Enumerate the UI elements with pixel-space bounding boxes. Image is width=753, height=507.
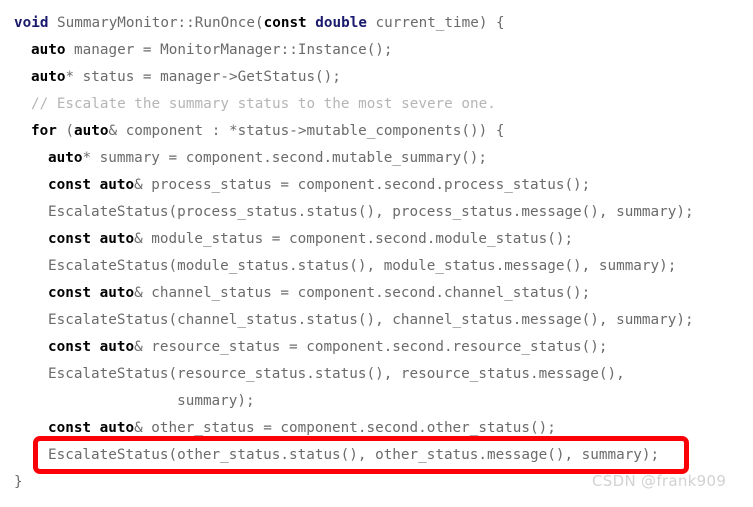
code-token-plain: & channel_status = component.second.chan… <box>134 285 591 301</box>
code-line[interactable]: EscalateStatus(resource_status.status(),… <box>0 361 753 388</box>
code-line[interactable]: EscalateStatus(module_status.status(), m… <box>0 253 753 280</box>
code-line[interactable]: const auto& process_status = component.s… <box>0 172 753 199</box>
code-token-plain: summary); <box>177 393 255 409</box>
code-token-plain: ( <box>56 123 75 139</box>
code-token-kw: auto <box>31 69 66 85</box>
code-line[interactable]: const auto& channel_status = component.s… <box>0 280 753 307</box>
code-line[interactable]: // Escalate the summary status to the mo… <box>0 91 753 118</box>
code-token-type: void <box>14 15 49 31</box>
code-token-plain: EscalateStatus(module_status.status(), m… <box>48 258 677 274</box>
code-token-plain: & module_status = component.second.modul… <box>134 231 574 247</box>
code-line[interactable]: auto* status = manager->GetStatus(); <box>0 64 753 91</box>
code-token-brace: } <box>14 474 23 490</box>
code-token-kw: const auto <box>48 231 135 247</box>
code-line[interactable]: const auto& module_status = component.se… <box>0 226 753 253</box>
code-token-kw: const auto <box>48 177 135 193</box>
code-line[interactable]: auto* summary = component.second.mutable… <box>0 145 753 172</box>
code-token-plain: SummaryMonitor::RunOnce( <box>48 15 264 31</box>
code-token-plain: & resource_status = component.second.res… <box>134 339 608 355</box>
watermark-text: CSDN @frank909 <box>592 472 727 490</box>
code-line[interactable]: const auto& other_status = component.sec… <box>0 415 753 442</box>
code-token-kw: const auto <box>48 285 135 301</box>
code-token-kw: const auto <box>48 420 135 436</box>
code-token-kw: auto <box>74 123 109 139</box>
code-line[interactable]: EscalateStatus(other_status.status(), ot… <box>0 442 753 469</box>
code-token-plain: EscalateStatus(other_status.status(), ot… <box>48 447 660 463</box>
code-token-plain: & component : *status->mutable_component… <box>108 123 505 139</box>
code-token-plain: EscalateStatus(process_status.status(), … <box>48 204 694 220</box>
code-token-kw: const auto <box>48 339 135 355</box>
code-block[interactable]: void SummaryMonitor::RunOnce(const doubl… <box>0 0 753 496</box>
code-token-plain: * status = manager->GetStatus(); <box>65 69 341 85</box>
code-indent-spacer <box>48 393 177 409</box>
code-token-kw: const <box>263 15 307 31</box>
code-line[interactable]: EscalateStatus(channel_status.status(), … <box>0 307 753 334</box>
code-token-plain: * summary = component.second.mutable_sum… <box>82 150 487 166</box>
code-token-plain: current_time) { <box>366 15 505 31</box>
code-line[interactable]: const auto& resource_status = component.… <box>0 334 753 361</box>
code-line[interactable]: summary); <box>0 388 753 415</box>
code-token-plain: manager = MonitorManager::Instance(); <box>65 42 393 58</box>
code-line[interactable]: for (auto& component : *status->mutable_… <box>0 118 753 145</box>
code-token-plain: & other_status = component.second.other_… <box>134 420 556 436</box>
code-line[interactable]: void SummaryMonitor::RunOnce(const doubl… <box>0 10 753 37</box>
code-screenshot: void SummaryMonitor::RunOnce(const doubl… <box>0 0 753 507</box>
code-token-plain: & process_status = component.second.proc… <box>134 177 591 193</box>
code-token-kw: for <box>31 123 57 139</box>
code-token-kw: auto <box>31 42 66 58</box>
code-token-comment: // Escalate the summary status to the mo… <box>31 96 496 112</box>
code-line[interactable]: EscalateStatus(process_status.status(), … <box>0 199 753 226</box>
code-token-plain: EscalateStatus(channel_status.status(), … <box>48 312 694 328</box>
code-line[interactable]: auto manager = MonitorManager::Instance(… <box>0 37 753 64</box>
code-token-plain: EscalateStatus(resource_status.status(),… <box>48 366 625 382</box>
code-token-type: double <box>315 15 367 31</box>
code-token-kw: auto <box>48 150 83 166</box>
